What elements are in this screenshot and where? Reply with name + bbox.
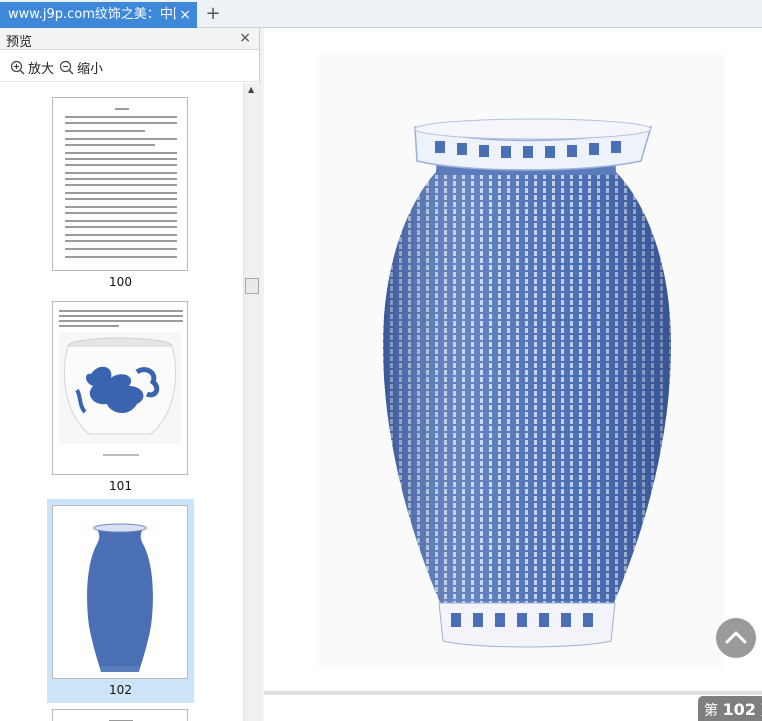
tab-close-icon[interactable]: × — [179, 2, 191, 28]
zoom-out-icon — [59, 60, 74, 75]
thumbnail-page-number: 102 — [109, 683, 132, 697]
page-prefix: 第 — [704, 703, 718, 719]
thumbnail-page-102[interactable]: 102 — [47, 499, 194, 703]
vase-thumbnail-image — [53, 506, 187, 678]
thumbnail-page-103[interactable] — [47, 707, 194, 721]
thumbnail-page-number: 101 — [109, 479, 132, 493]
thumbnail-page-101[interactable]: 101 — [47, 295, 194, 495]
thumbnail-page-100[interactable]: 100 — [47, 91, 194, 291]
tab-document[interactable]: www.j9p.com纹饰之美：中国纹 × — [0, 2, 197, 28]
page-number-badge: 第 102 页 — [698, 696, 762, 721]
thumbnail-page-number: 100 — [109, 275, 132, 289]
document-page — [264, 28, 762, 691]
scrollbar-thumb[interactable] — [245, 278, 259, 294]
zoom-out-button[interactable]: 缩小 — [59, 58, 103, 77]
thumbnail-scrollbar[interactable]: ▲ — [243, 83, 260, 721]
thumbnail-image — [52, 301, 188, 475]
bowl-image — [59, 332, 181, 444]
tab-title: www.j9p.com纹饰之美：中国纹 — [8, 7, 176, 22]
zoom-in-icon — [10, 60, 25, 75]
preview-panel-close-icon[interactable]: × — [239, 30, 251, 46]
zoom-in-label: 放大 — [28, 62, 55, 77]
zoom-out-label: 缩小 — [77, 62, 104, 77]
back-to-top-button[interactable] — [716, 618, 756, 658]
preview-panel-header: 预览 × — [0, 28, 259, 50]
document-viewer[interactable]: 第 102 页 — [261, 28, 762, 721]
next-document-page — [264, 695, 762, 721]
new-tab-button[interactable]: + — [204, 3, 222, 25]
thumbnail-list: 100 101 102 — [0, 83, 243, 721]
vase-image — [317, 55, 724, 667]
zoom-in-button[interactable]: 放大 — [10, 58, 54, 77]
current-page-number: 102 — [722, 700, 756, 719]
preview-panel: 预览 × 放大 缩小 100 101 102 ▲ — [0, 28, 260, 721]
zoom-toolbar: 放大 缩小 — [0, 50, 259, 82]
thumbnail-image — [52, 505, 188, 679]
thumbnail-image — [52, 709, 188, 721]
tab-bar: www.j9p.com纹饰之美：中国纹 × + — [0, 0, 762, 28]
chevron-up-icon — [725, 631, 747, 644]
preview-panel-title: 预览 — [6, 35, 33, 50]
thumbnail-image — [52, 97, 188, 271]
scroll-up-arrow-icon[interactable]: ▲ — [248, 85, 254, 94]
